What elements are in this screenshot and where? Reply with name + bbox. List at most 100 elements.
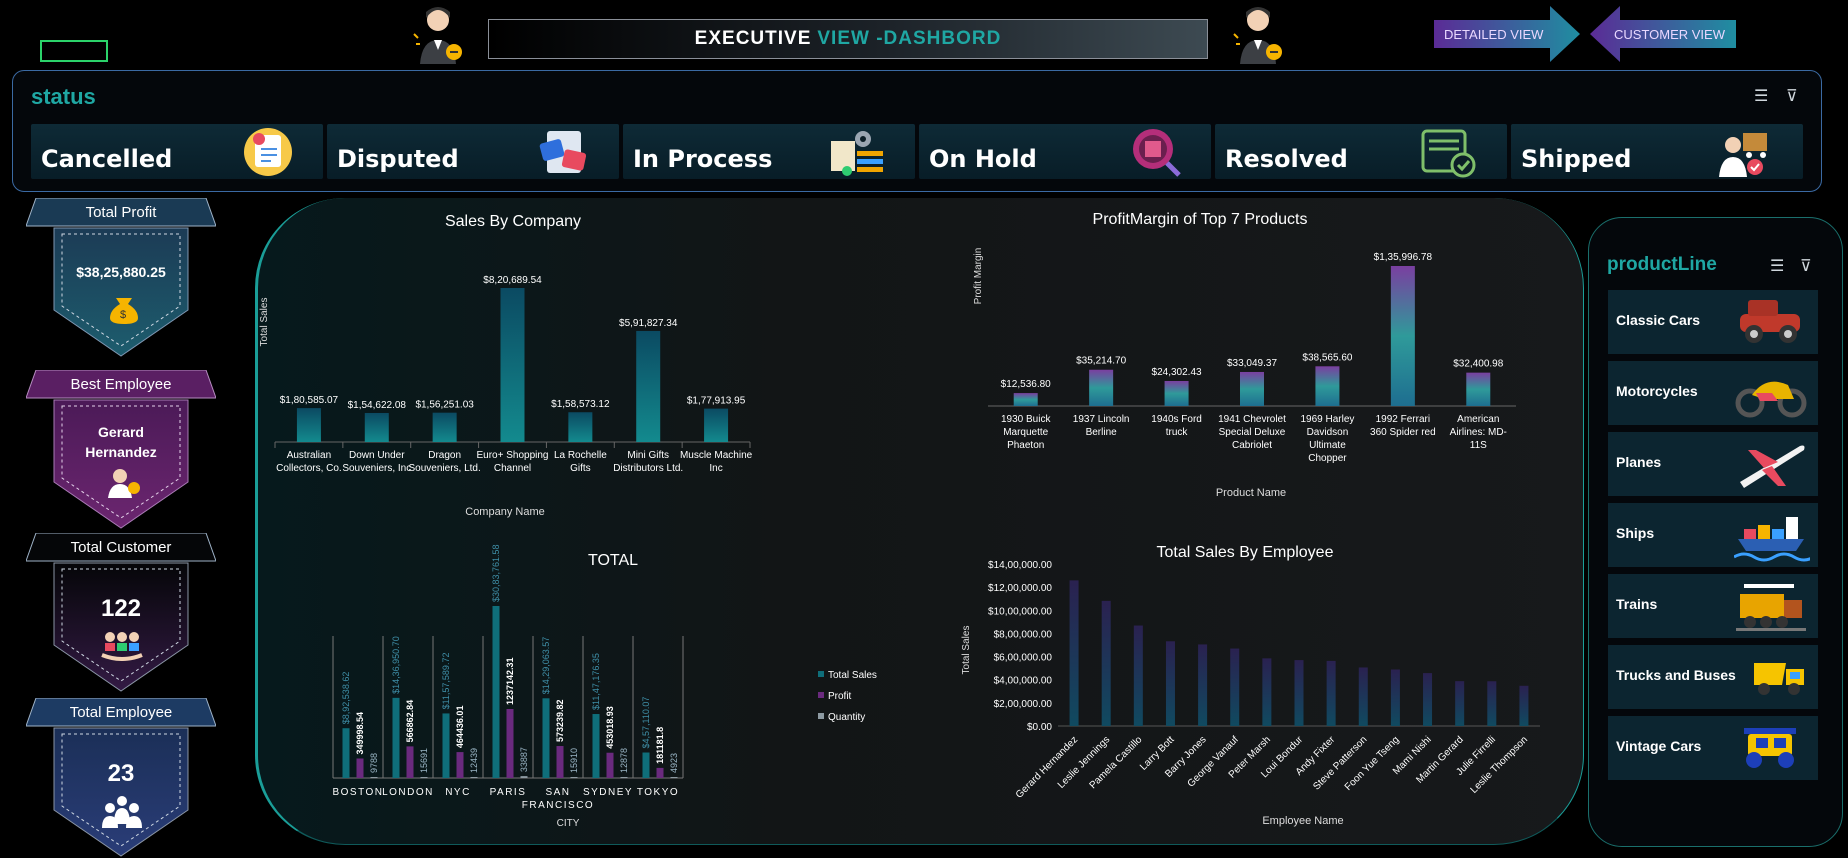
data-label: $14,29,063.57 xyxy=(541,637,551,695)
status-tile-disputed[interactable]: Disputed xyxy=(327,124,619,179)
x-tick-label: 1940s Ford xyxy=(1151,414,1202,425)
x-tick-label: Australian xyxy=(287,450,331,461)
x-tick-label: SAN xyxy=(545,787,570,798)
bar xyxy=(1294,660,1304,726)
data-label: $5,91,827.34 xyxy=(619,318,678,329)
data-label: $1,54,622.08 xyxy=(348,400,407,411)
data-label: $35,214.70 xyxy=(1076,356,1126,367)
chart-title: ProfitMargin of Top 7 Products xyxy=(1093,211,1308,228)
bar xyxy=(492,606,500,778)
kpi-title: Total Profit xyxy=(85,204,157,221)
data-label: $11,57,589.72 xyxy=(441,653,451,710)
productline-label: Trains xyxy=(1616,596,1658,612)
legend-swatch xyxy=(818,671,824,677)
kpi-title: Total Customer xyxy=(70,539,172,556)
productline-item-trucks-and-buses[interactable]: Trucks and Buses xyxy=(1608,645,1818,709)
data-label: 9788 xyxy=(369,753,379,773)
multi-select-icon[interactable]: ☰ xyxy=(1754,86,1768,106)
x-tick-label: Marquette xyxy=(1003,427,1048,438)
data-label: 464436.01 xyxy=(455,706,465,749)
status-label: Cancelled xyxy=(41,145,173,173)
productline-label: Vintage Cars xyxy=(1616,738,1702,754)
data-label: $1,58,573.12 xyxy=(551,399,610,410)
data-label: $14,36,950.70 xyxy=(391,636,401,694)
data-label: $30,83,761.58 xyxy=(491,544,501,602)
x-tick-label: Berline xyxy=(1086,427,1118,438)
y-axis-label: Profit Margin xyxy=(973,248,984,305)
productline-item-ships[interactable]: Ships xyxy=(1608,503,1818,567)
productline-item-classic-cars[interactable]: Classic Cars xyxy=(1608,290,1818,354)
x-tick-label: American xyxy=(1457,414,1499,425)
bar xyxy=(670,777,678,778)
bar xyxy=(1315,366,1340,406)
bar xyxy=(1101,600,1111,726)
bar xyxy=(470,777,478,778)
bar xyxy=(520,776,528,778)
x-axis-label: CITY xyxy=(557,818,580,829)
productline-item-planes[interactable]: Planes xyxy=(1608,432,1818,496)
kpi-total-employee: Total Employee 23 xyxy=(26,698,216,858)
x-tick-label: Muscle Machine xyxy=(680,450,753,461)
clear-filter-icon[interactable]: ⊽ xyxy=(1786,86,1798,106)
bar xyxy=(500,288,525,442)
bar xyxy=(636,330,661,442)
multi-select-icon[interactable]: ☰ xyxy=(1770,256,1784,276)
x-tick-label: LONDON xyxy=(382,787,434,798)
bar xyxy=(1165,641,1175,726)
process-gear-icon xyxy=(831,131,883,176)
x-tick-label: SYDNEY xyxy=(583,787,633,798)
customer-group-icon xyxy=(101,632,143,661)
data-label: $12,536.80 xyxy=(1001,379,1051,390)
x-tick-label: 11S xyxy=(1470,440,1487,451)
kpi-total-profit: Total Profit $38,25,880.25 $ xyxy=(26,198,216,358)
data-label: $33,049.37 xyxy=(1227,358,1277,369)
data-label: $1,56,251.03 xyxy=(415,400,474,411)
x-tick-label: Airlines: MD- xyxy=(1450,427,1507,438)
status-tile-resolved[interactable]: Resolved xyxy=(1215,124,1507,179)
x-tick-label: FRANCISCO xyxy=(522,800,594,811)
customer-view-button[interactable]: CUSTOMER VIEW xyxy=(1590,6,1736,62)
legend-label: Quantity xyxy=(828,712,865,723)
productline-item-vintage-cars[interactable]: Vintage Cars xyxy=(1608,716,1818,780)
x-tick-label: 1930 Buick xyxy=(1001,414,1051,425)
customer-view-label: CUSTOMER VIEW xyxy=(1614,26,1725,42)
productline-item-motorcycles[interactable]: Motorcycles xyxy=(1608,361,1818,425)
clear-filter-icon[interactable]: ⊽ xyxy=(1800,256,1812,276)
bar xyxy=(1198,644,1208,726)
x-tick-label: Channel xyxy=(494,463,531,474)
money-bag-icon: $ xyxy=(110,298,138,324)
status-label: On Hold xyxy=(929,145,1037,173)
bar xyxy=(392,697,400,778)
data-label: $1,77,913.95 xyxy=(687,396,746,407)
bar xyxy=(542,698,550,778)
truck-icon xyxy=(1754,663,1804,695)
data-label: 453018.93 xyxy=(605,706,615,749)
data-label: $1,35,996.78 xyxy=(1374,252,1433,263)
bar xyxy=(1133,625,1143,726)
productline-label: Planes xyxy=(1616,454,1662,470)
legend-label: Total Sales xyxy=(828,670,877,681)
detailed-view-button[interactable]: DETAILED VIEW xyxy=(1434,6,1580,62)
bar xyxy=(1358,667,1368,726)
data-label: $24,302.43 xyxy=(1152,367,1202,378)
status-tile-on-hold[interactable]: On Hold xyxy=(919,124,1211,179)
detailed-view-label: DETAILED VIEW xyxy=(1444,26,1544,42)
status-tile-cancelled[interactable]: Cancelled xyxy=(31,124,323,179)
kpi-value-line2: Hernandez xyxy=(85,444,157,460)
x-tick-label: Davidson xyxy=(1307,427,1349,438)
status-tile-shipped[interactable]: Shipped xyxy=(1511,124,1803,179)
bar xyxy=(356,758,364,778)
status-tile-in-process[interactable]: In Process xyxy=(623,124,915,179)
status-label: In Process xyxy=(633,145,773,173)
x-tick-label: Chopper xyxy=(1308,453,1347,464)
train-icon xyxy=(1736,584,1806,631)
motorcycle-icon xyxy=(1735,381,1807,418)
resolved-screen-icon xyxy=(1421,129,1476,178)
data-label: 12439 xyxy=(469,748,479,773)
x-tick-label: Souveniers, Inc xyxy=(342,463,411,474)
x-tick-label: Souveniers, Ltd. xyxy=(409,463,481,474)
kpi-value: 23 xyxy=(107,760,135,787)
productline-item-trains[interactable]: Trains xyxy=(1608,574,1818,638)
data-label: 15691 xyxy=(419,748,429,773)
plane-icon xyxy=(1740,445,1805,488)
